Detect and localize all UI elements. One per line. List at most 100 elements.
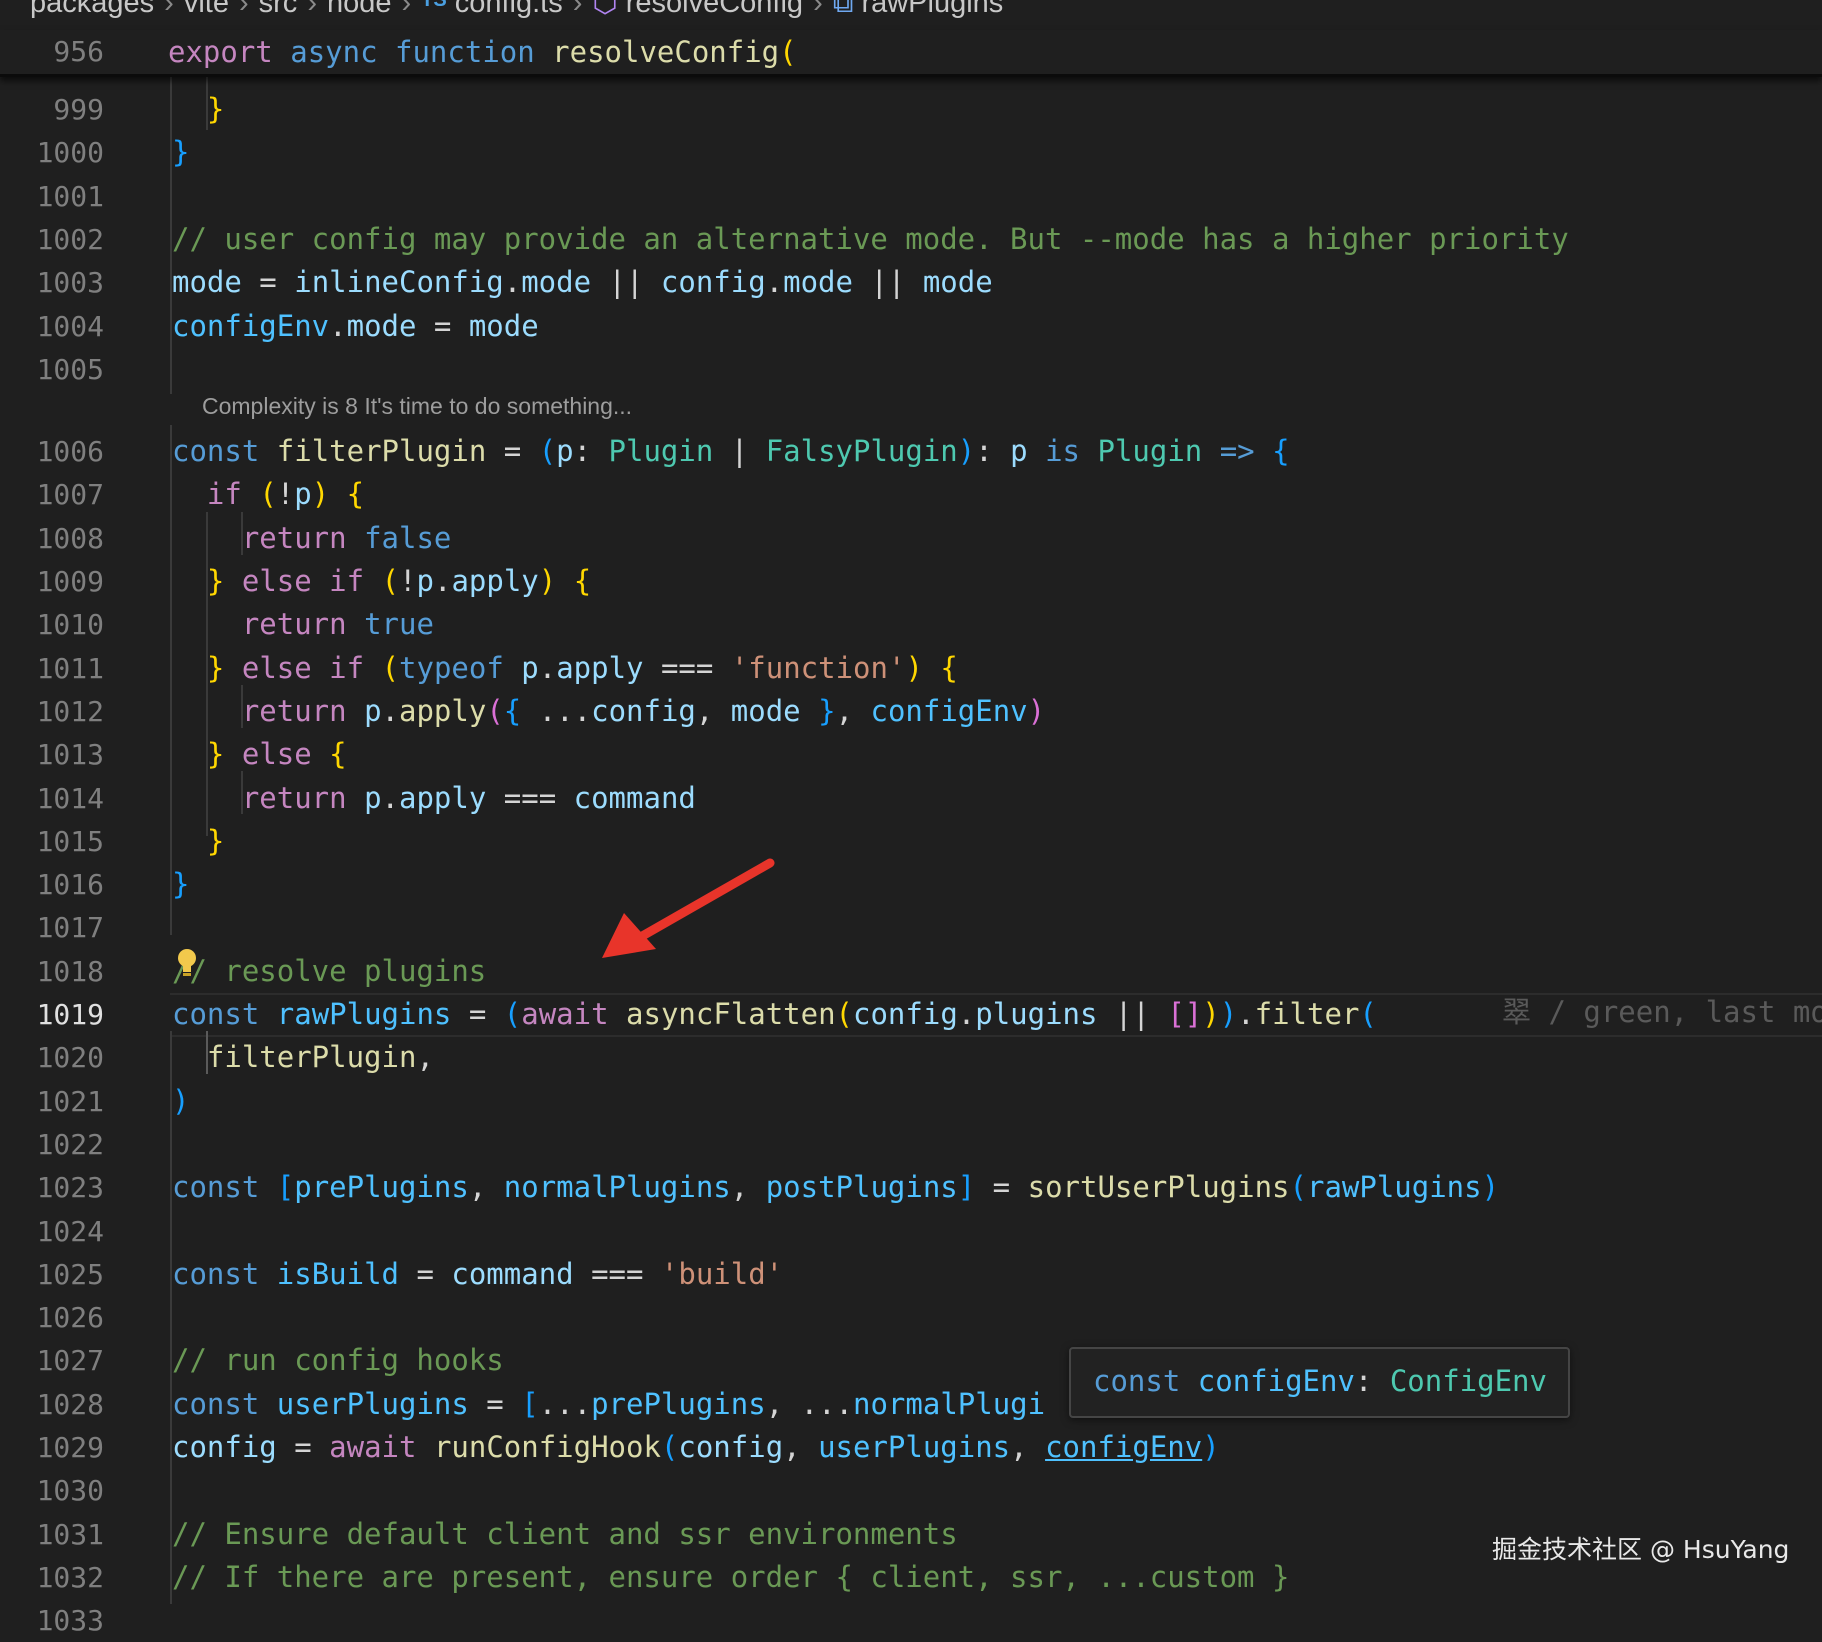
line-number[interactable]: 1025 bbox=[0, 1253, 104, 1296]
code-line[interactable]: 1025 const isBuild = command === 'build' bbox=[0, 1253, 1822, 1296]
line-number[interactable]: 1004 bbox=[0, 305, 104, 348]
code-line[interactable]: 1022 bbox=[0, 1123, 1822, 1166]
code-line[interactable]: 1011 } else if (typeof p.apply === 'func… bbox=[0, 647, 1822, 690]
code-text[interactable]: // Ensure default client and ssr environ… bbox=[172, 1513, 958, 1556]
code-line[interactable]: 1003 mode = inlineConfig.mode || config.m… bbox=[0, 261, 1822, 304]
line-number[interactable]: 1003 bbox=[0, 261, 104, 304]
code-text[interactable]: configEnv.mode = mode bbox=[172, 305, 539, 348]
code-text[interactable]: } else if (!p.apply) { bbox=[172, 560, 591, 603]
line-number[interactable]: 1016 bbox=[0, 863, 104, 906]
line-number[interactable]: 1002 bbox=[0, 218, 104, 261]
line-number[interactable]: 1012 bbox=[0, 690, 104, 733]
lightbulb-icon[interactable] bbox=[176, 946, 198, 980]
code-line[interactable]: 1013 } else { bbox=[0, 733, 1822, 776]
line-number[interactable]: 1030 bbox=[0, 1469, 104, 1512]
code-text[interactable]: // run config hooks bbox=[172, 1339, 504, 1382]
code-text[interactable]: } bbox=[172, 88, 224, 131]
code-text[interactable]: if (!p) { bbox=[172, 473, 364, 516]
code-line[interactable]: 1012 return p.apply({ ...config, mode },… bbox=[0, 690, 1822, 733]
line-number[interactable]: 1014 bbox=[0, 777, 104, 820]
code-text[interactable]: const rawPlugins = (await asyncFlatten(c… bbox=[172, 993, 1377, 1036]
line-number[interactable]: 1022 bbox=[0, 1123, 104, 1166]
code-text[interactable]: return true bbox=[172, 603, 434, 646]
code-line[interactable]: 1021) bbox=[0, 1080, 1822, 1123]
code-line[interactable]: 1010 return true bbox=[0, 603, 1822, 646]
code-line[interactable]: 999 } bbox=[0, 88, 1822, 131]
code-line[interactable]: 1017 bbox=[0, 906, 1822, 949]
code-text[interactable]: } else if (typeof p.apply === 'function'… bbox=[172, 647, 958, 690]
breadcrumb-item-packages[interactable]: packages bbox=[30, 0, 154, 19]
code-line[interactable]: 1014 return p.apply === command bbox=[0, 777, 1822, 820]
code-line[interactable]: 1008 return false bbox=[0, 517, 1822, 560]
code-text[interactable]: filterPlugin, bbox=[172, 1036, 434, 1079]
line-number[interactable]: 1027 bbox=[0, 1339, 104, 1382]
code-text[interactable]: const userPlugins = [...prePlugins, ...n… bbox=[172, 1383, 1045, 1426]
line-number[interactable]: 1007 bbox=[0, 473, 104, 516]
breadcrumb-item-function[interactable]: resolveConfig bbox=[626, 0, 803, 19]
line-number[interactable]: 1020 bbox=[0, 1036, 104, 1079]
code-text[interactable]: // If there are present, ensure order { … bbox=[172, 1556, 1289, 1599]
breadcrumb-item-variable[interactable]: rawPlugins bbox=[861, 0, 1003, 19]
breadcrumb-item-vite[interactable]: vite bbox=[184, 0, 229, 19]
code-line[interactable]: 1033 bbox=[0, 1599, 1822, 1642]
code-text[interactable]: } else { bbox=[172, 733, 347, 776]
code-line[interactable]: 1006 const filterPlugin = (p: Plugin | Fa… bbox=[0, 430, 1822, 473]
line-number[interactable]: 1018 bbox=[0, 950, 104, 993]
code-text[interactable]: return p.apply({ ...config, mode }, conf… bbox=[172, 690, 1045, 733]
code-line[interactable]: 1024 bbox=[0, 1210, 1822, 1253]
line-number[interactable]: 1023 bbox=[0, 1166, 104, 1209]
code-line[interactable]: 1015 } bbox=[0, 820, 1822, 863]
code-text[interactable]: return p.apply === command bbox=[172, 777, 696, 820]
code-line[interactable]: 1023 const [prePlugins, normalPlugins, po… bbox=[0, 1166, 1822, 1209]
line-number[interactable]: 1015 bbox=[0, 820, 104, 863]
code-line[interactable]: 1016} bbox=[0, 863, 1822, 906]
line-number[interactable]: 1028 bbox=[0, 1383, 104, 1426]
line-number[interactable]: 1019 bbox=[0, 993, 104, 1036]
code-line[interactable]: 1007 if (!p) { bbox=[0, 473, 1822, 516]
code-text[interactable]: return false bbox=[172, 517, 452, 560]
line-number[interactable]: 1024 bbox=[0, 1210, 104, 1253]
line-number[interactable]: 1001 bbox=[0, 175, 104, 218]
code-text[interactable]: // resolve plugins bbox=[172, 950, 486, 993]
code-text[interactable]: } bbox=[172, 863, 189, 906]
breadcrumb-item-src[interactable]: src bbox=[259, 0, 298, 19]
breadcrumb-item-file[interactable]: config.ts bbox=[455, 0, 563, 19]
sticky-scroll-code[interactable]: export async function resolveConfig( bbox=[168, 30, 797, 74]
code-line[interactable]: 1002 // user config may provide an altern… bbox=[0, 218, 1822, 261]
code-text[interactable]: mode = inlineConfig.mode || config.mode … bbox=[172, 261, 993, 304]
code-text[interactable]: config = await runConfigHook(config, use… bbox=[172, 1426, 1220, 1469]
code-line[interactable]: 1005 bbox=[0, 348, 1822, 391]
line-number[interactable]: 1031 bbox=[0, 1513, 104, 1556]
line-number[interactable]: 1033 bbox=[0, 1599, 104, 1642]
code-text[interactable]: ) bbox=[172, 1080, 189, 1123]
code-line[interactable]: 1000} bbox=[0, 131, 1822, 174]
codelens-complexity[interactable]: Complexity is 8 It's time to do somethin… bbox=[202, 393, 632, 420]
line-number[interactable]: 1029 bbox=[0, 1426, 104, 1469]
sticky-scroll-header[interactable]: 956 export async function resolveConfig( bbox=[0, 30, 1822, 77]
line-number[interactable]: 1009 bbox=[0, 560, 104, 603]
code-line[interactable]: 1030 bbox=[0, 1469, 1822, 1512]
code-text[interactable]: // user config may provide an alternativ… bbox=[172, 218, 1569, 261]
line-number[interactable]: 1026 bbox=[0, 1296, 104, 1339]
line-number[interactable]: 999 bbox=[0, 88, 104, 131]
code-line[interactable]: 1009 } else if (!p.apply) { bbox=[0, 560, 1822, 603]
line-number[interactable]: 1000 bbox=[0, 131, 104, 174]
code-text[interactable]: } bbox=[172, 131, 189, 174]
code-text[interactable]: const filterPlugin = (p: Plugin | FalsyP… bbox=[172, 430, 1290, 473]
code-line[interactable]: 1018 // resolve plugins bbox=[0, 950, 1822, 993]
line-number[interactable]: 1006 bbox=[0, 430, 104, 473]
code-text[interactable]: const [prePlugins, normalPlugins, postPl… bbox=[172, 1166, 1499, 1209]
line-number[interactable]: 1010 bbox=[0, 603, 104, 646]
code-line[interactable]: 1026 bbox=[0, 1296, 1822, 1339]
code-line[interactable]: 1029 config = await runConfigHook(config,… bbox=[0, 1426, 1822, 1469]
breadcrumb-item-node[interactable]: node bbox=[327, 0, 392, 19]
line-number[interactable]: 1021 bbox=[0, 1080, 104, 1123]
line-number[interactable]: 1011 bbox=[0, 647, 104, 690]
line-number[interactable]: 1008 bbox=[0, 517, 104, 560]
line-number[interactable]: 1032 bbox=[0, 1556, 104, 1599]
code-line[interactable]: 1004 configEnv.mode = mode bbox=[0, 305, 1822, 348]
code-text[interactable]: } bbox=[172, 820, 224, 863]
code-line[interactable]: 1001 bbox=[0, 175, 1822, 218]
line-number[interactable]: 1005 bbox=[0, 348, 104, 391]
code-text[interactable]: const isBuild = command === 'build' bbox=[172, 1253, 783, 1296]
